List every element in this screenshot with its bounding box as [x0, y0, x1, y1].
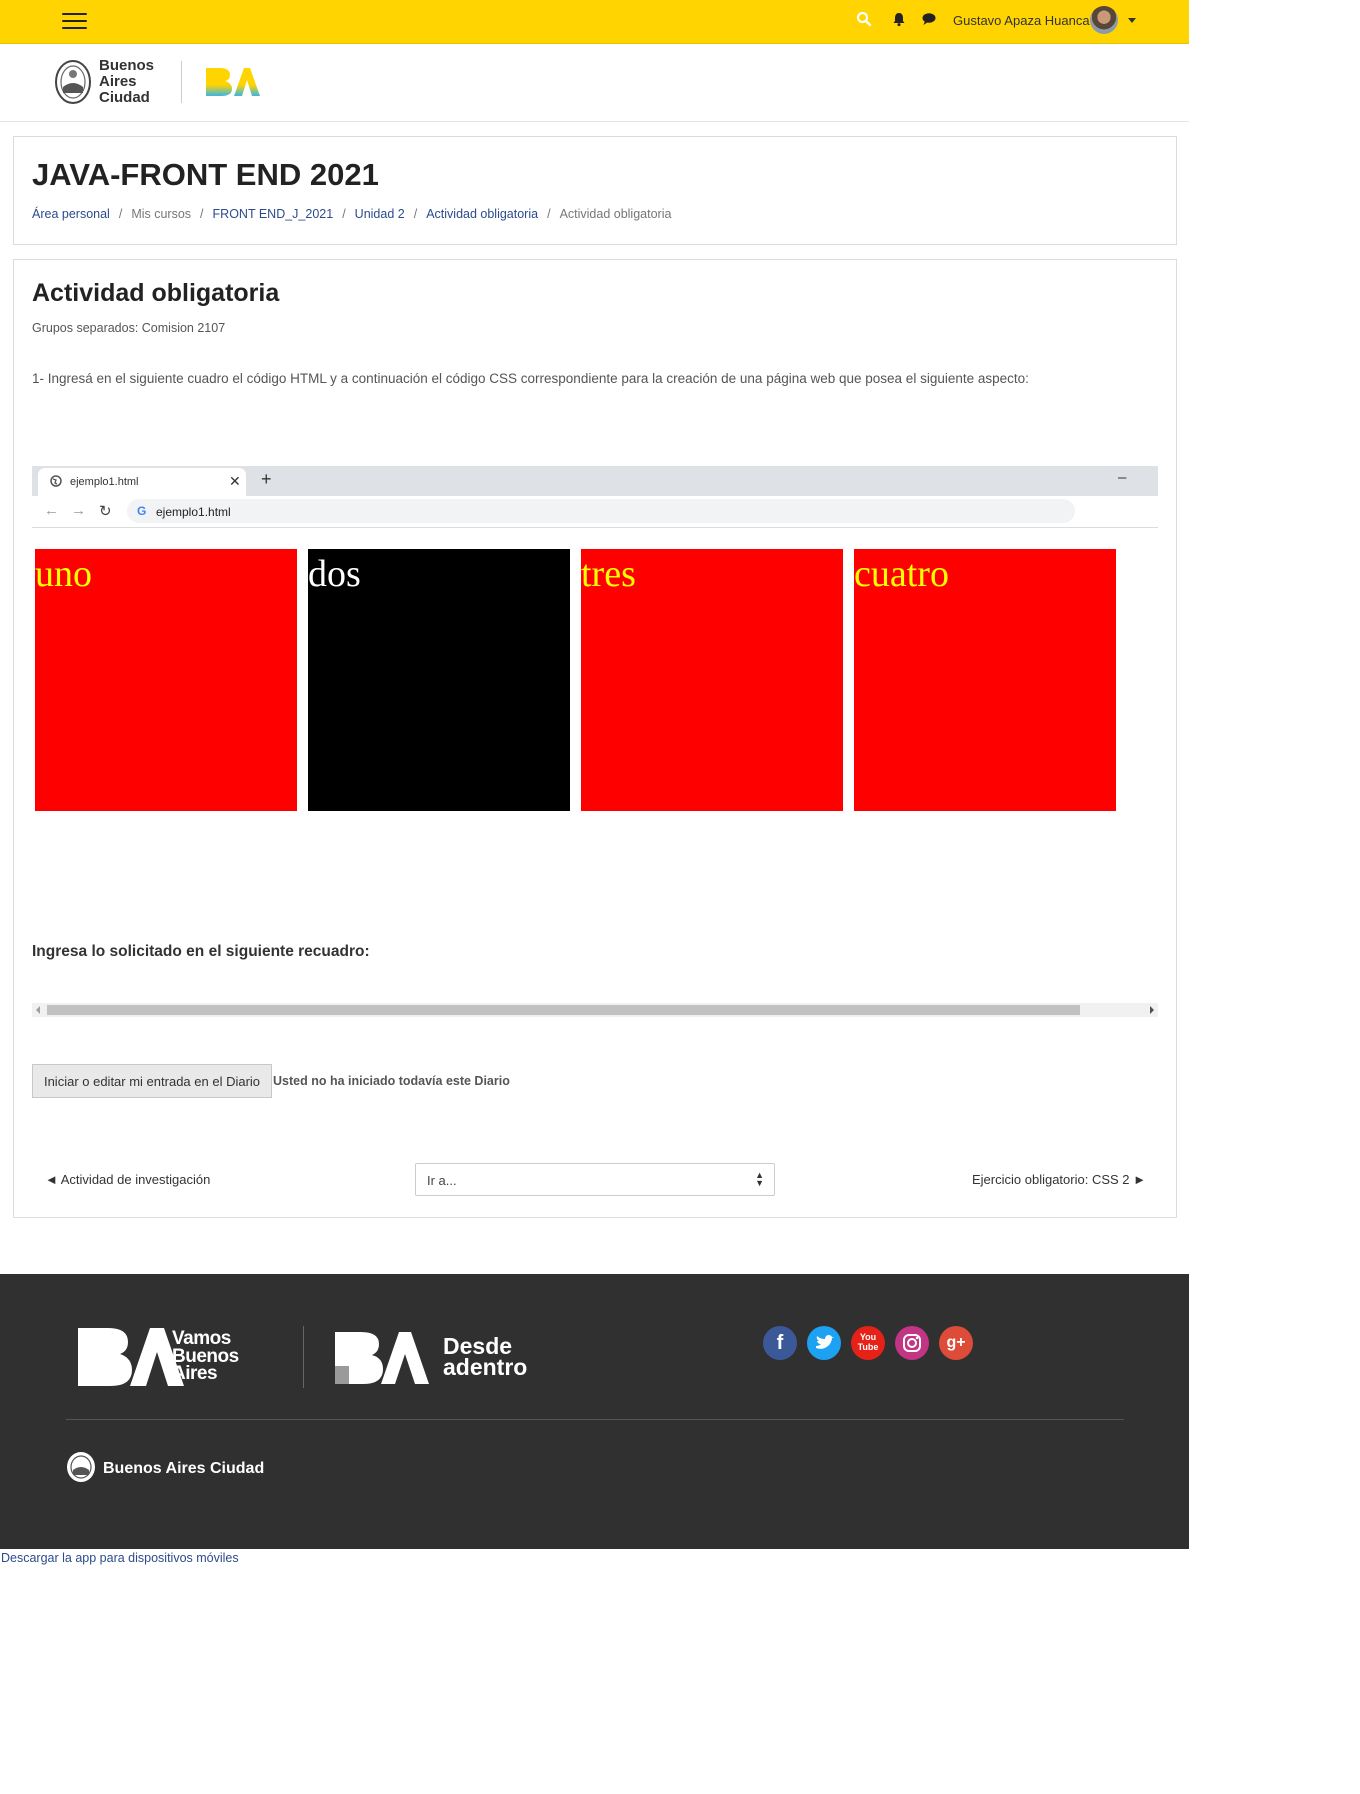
minimize-icon: – [1118, 469, 1127, 486]
example-browser-image: ejemplo1.html ✕ + – ← → ↻ G ejemplo1.htm… [32, 466, 1158, 1018]
scroll-right-icon[interactable] [1150, 1006, 1154, 1014]
address-bar-url: ejemplo1.html [156, 505, 231, 519]
box-tres: tres [581, 549, 843, 811]
chevron-down-icon[interactable] [1128, 18, 1136, 23]
facebook-icon[interactable]: f [763, 1326, 797, 1360]
globe-icon [50, 475, 62, 487]
address-bar: G ejemplo1.html [127, 499, 1075, 523]
course-header: JAVA-FRONT END 2021 Área personal / Mis cu… [13, 136, 1177, 245]
footer-logo-divider [303, 1326, 304, 1388]
ba-logo [206, 68, 260, 96]
reload-icon: ↻ [99, 503, 112, 520]
breadcrumb-unidad[interactable]: Unidad 2 [355, 207, 405, 221]
breadcrumb-course[interactable]: FRONT END_J_2021 [213, 207, 334, 221]
footer-divider [66, 1419, 1124, 1420]
scroll-left-icon[interactable] [36, 1006, 40, 1014]
activity-title: Actividad obligatoria [32, 279, 280, 307]
city-seal-icon [67, 1452, 95, 1482]
select-arrows-icon: ▲ ▼ [755, 1170, 764, 1188]
previous-activity-link[interactable]: ◄ Actividad de investigación [45, 1172, 210, 1187]
browser-tab: ejemplo1.html ✕ [38, 468, 246, 496]
activity-instruction: 1- Ingresá en el siguiente cuadro el cód… [32, 371, 1029, 386]
twitter-icon[interactable] [807, 1326, 841, 1360]
site-footer: Vamos Buenos Aires Desde adentro f You Tu… [0, 1274, 1189, 1549]
jump-to-label: Ir a... [427, 1173, 457, 1188]
jump-to-select[interactable]: Ir a... ▲ ▼ [415, 1163, 775, 1196]
next-activity-link[interactable]: Ejercicio obligatorio: CSS 2 ► [972, 1172, 1146, 1187]
edit-diary-entry-button[interactable]: Iniciar o editar mi entrada en el Diario [32, 1064, 272, 1098]
diary-status: Usted no ha iniciado todavía este Diario [273, 1074, 510, 1088]
plus-icon: + [261, 469, 272, 489]
breadcrumb-mis-cursos: Mis cursos [131, 207, 192, 221]
top-navbar: Gustavo Apaza Huanca [0, 0, 1189, 44]
menu-icon[interactable] [62, 13, 87, 31]
scrollbar-thumb[interactable] [47, 1005, 1080, 1015]
youtube-icon[interactable]: You Tube [851, 1326, 885, 1360]
close-icon: ✕ [229, 473, 241, 489]
entry-prompt: Ingresa lo solicitado en el siguiente re… [32, 943, 370, 960]
activity-card: Actividad obligatoria Grupos separados: … [13, 259, 1177, 1218]
desde-adentro-text: Desde adentro [443, 1333, 528, 1380]
box-uno: uno [35, 549, 297, 811]
search-icon[interactable] [856, 11, 872, 27]
vamos-buenos-aires-text: Vamos Buenos Aires [172, 1328, 239, 1384]
breadcrumb: Área personal / Mis cursos / FRONT END_J_202… [32, 207, 672, 221]
city-seal-logo[interactable] [55, 59, 91, 105]
browser-toolbar: ← → ↻ G ejemplo1.html [32, 496, 1158, 528]
user-name[interactable]: Gustavo Apaza Huanca [953, 13, 1090, 28]
page-title: JAVA-FRONT END 2021 [32, 157, 379, 192]
footer-city-name: Buenos Aires Ciudad [103, 1460, 265, 1477]
avatar[interactable] [1090, 6, 1118, 34]
chat-icon[interactable] [921, 11, 937, 27]
box-cuatro: cuatro [854, 549, 1116, 811]
forward-arrow-icon: → [71, 502, 86, 519]
browser-tab-title: ejemplo1.html [70, 476, 139, 488]
horizontal-scrollbar[interactable] [32, 1003, 1158, 1017]
ba-desde-adentro-logo [335, 1332, 429, 1384]
breadcrumb-area-personal[interactable]: Área personal [32, 207, 110, 221]
bell-icon[interactable] [891, 11, 907, 27]
google-plus-icon[interactable]: g+ [939, 1326, 973, 1360]
instagram-icon[interactable] [895, 1326, 929, 1360]
groups-info: Grupos separados: Comision 2107 [32, 321, 226, 335]
breadcrumb-activity-link[interactable]: Actividad obligatoria [426, 207, 538, 221]
box-dos: dos [308, 549, 570, 811]
breadcrumb-current: Actividad obligatoria [559, 207, 672, 221]
browser-tabstrip: ejemplo1.html ✕ + – [32, 466, 1158, 496]
city-logo-text: Buenos Aires Ciudad [99, 57, 155, 106]
mobile-app-link[interactable]: Descargar la app para dispositivos móvil… [1, 1551, 239, 1565]
back-arrow-icon: ← [44, 502, 59, 519]
google-icon: G [137, 504, 147, 518]
logo-divider [181, 61, 182, 103]
site-header: Buenos Aires Ciudad [0, 44, 1189, 122]
